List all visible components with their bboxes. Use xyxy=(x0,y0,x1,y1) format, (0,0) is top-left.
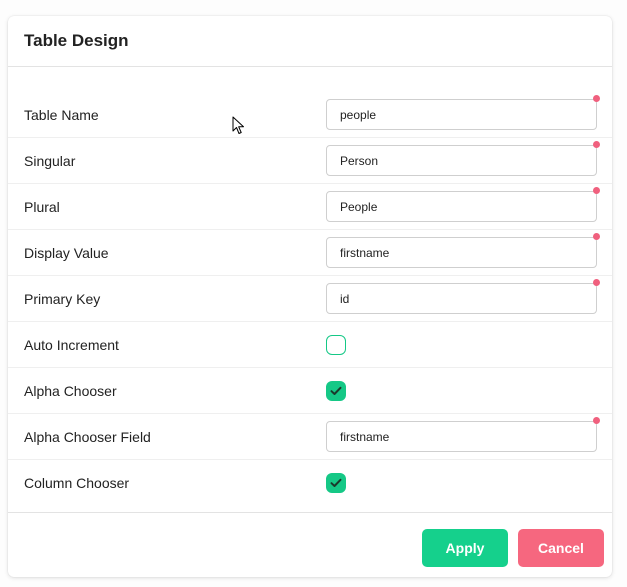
table-name-label: Table Name xyxy=(24,106,99,123)
check-icon xyxy=(330,478,342,487)
apply-button[interactable]: Apply xyxy=(422,529,508,567)
auto-increment-checkbox[interactable] xyxy=(326,335,346,355)
table-name-input[interactable] xyxy=(326,99,597,130)
check-icon xyxy=(330,386,342,395)
alpha-chooser-checkbox[interactable] xyxy=(326,381,346,401)
table-design-panel: Table Design Table Name Singular Plural … xyxy=(8,16,612,577)
panel-header: Table Design xyxy=(8,16,612,67)
alpha-chooser-field-input[interactable] xyxy=(326,421,597,452)
plural-label: Plural xyxy=(24,198,60,215)
form-row-column-chooser: Column Chooser xyxy=(8,460,612,506)
required-indicator xyxy=(593,187,600,194)
panel-footer: Apply Cancel xyxy=(8,512,612,577)
required-indicator xyxy=(593,417,600,424)
singular-input[interactable] xyxy=(326,145,597,176)
cancel-button[interactable]: Cancel xyxy=(518,529,604,567)
form-row-primary-key: Primary Key xyxy=(8,276,612,322)
form-row-auto-increment: Auto Increment xyxy=(8,322,612,368)
alpha-chooser-field-label: Alpha Chooser Field xyxy=(24,428,151,445)
form-row-plural: Plural xyxy=(8,184,612,230)
singular-label: Singular xyxy=(24,152,76,169)
form-row-alpha-chooser: Alpha Chooser xyxy=(8,368,612,414)
mouse-pointer-icon xyxy=(232,116,244,134)
panel-title: Table Design xyxy=(24,31,129,50)
plural-input[interactable] xyxy=(326,191,597,222)
column-chooser-checkbox[interactable] xyxy=(326,473,346,493)
required-indicator xyxy=(593,279,600,286)
primary-key-input[interactable] xyxy=(326,283,597,314)
form-row-alpha-chooser-field: Alpha Chooser Field xyxy=(8,414,612,460)
form-row-table-name: Table Name xyxy=(8,92,612,138)
form-row-singular: Singular xyxy=(8,138,612,184)
required-indicator xyxy=(593,141,600,148)
primary-key-label: Primary Key xyxy=(24,290,101,307)
table-design-form: Table Name Singular Plural Display Value… xyxy=(8,92,612,506)
form-row-display-value: Display Value xyxy=(8,230,612,276)
display-value-input[interactable] xyxy=(326,237,597,268)
required-indicator xyxy=(593,95,600,102)
alpha-chooser-label: Alpha Chooser xyxy=(24,382,117,399)
auto-increment-label: Auto Increment xyxy=(24,336,119,353)
display-value-label: Display Value xyxy=(24,244,109,261)
required-indicator xyxy=(593,233,600,240)
column-chooser-label: Column Chooser xyxy=(24,475,130,491)
